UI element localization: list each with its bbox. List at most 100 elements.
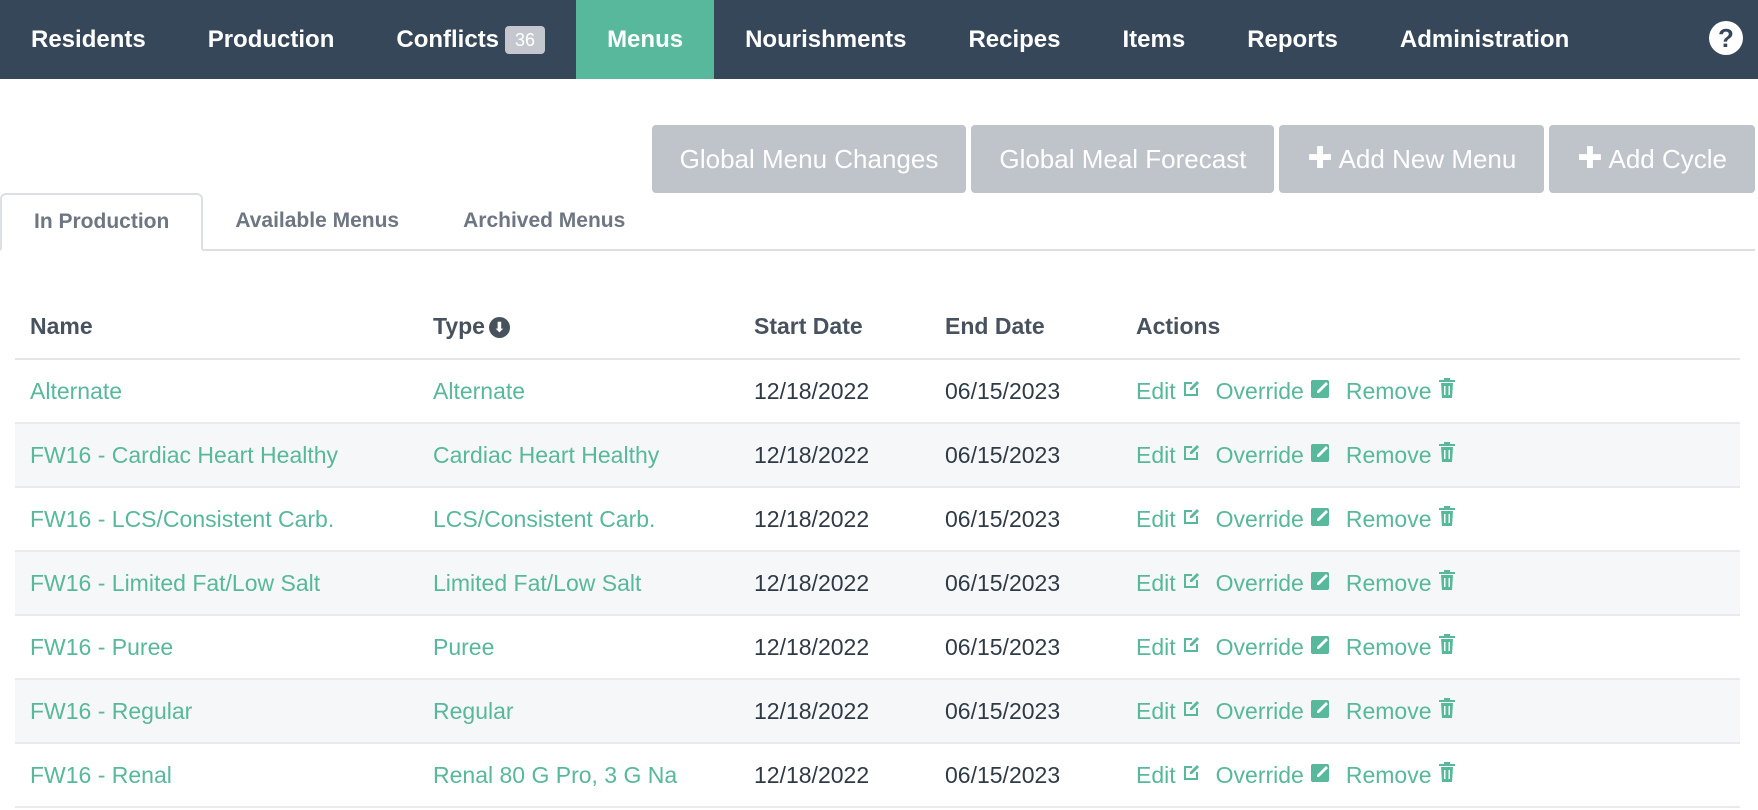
remove-label: Remove — [1345, 441, 1432, 468]
override-icon — [1304, 376, 1333, 406]
menu-name-link[interactable]: FW16 - Puree — [30, 634, 173, 660]
override-label: Override — [1215, 761, 1304, 788]
override-link[interactable]: Override — [1216, 440, 1333, 470]
table-row: FW16 - Cardiac Heart Healthy Cardiac Hear… — [15, 424, 1740, 488]
remove-link[interactable]: Remove — [1346, 697, 1457, 725]
help-icon[interactable]: ? — [1709, 21, 1743, 55]
override-icon — [1304, 568, 1333, 598]
menu-name-link[interactable]: FW16 - Renal — [30, 762, 172, 788]
menu-type-link[interactable]: Limited Fat/Low Salt — [433, 570, 641, 596]
tab-available-menus[interactable]: Available Menus — [203, 193, 431, 249]
end-date: 06/15/2023 — [945, 633, 1061, 660]
global-meal-forecast-button[interactable]: Global Meal Forecast — [971, 125, 1275, 193]
start-date: 12/18/2022 — [754, 761, 870, 788]
sort-descending-icon[interactable]: ⬇ — [488, 317, 510, 338]
nav-conflicts[interactable]: Conflicts 36 — [365, 0, 576, 79]
nav-administration[interactable]: Administration — [1369, 0, 1600, 79]
trash-icon — [1432, 697, 1457, 725]
tab-in-production[interactable]: In Production — [0, 193, 204, 251]
override-link[interactable]: Override — [1216, 568, 1333, 598]
trash-icon — [1432, 505, 1457, 533]
end-date: 06/15/2023 — [945, 377, 1061, 404]
edit-link[interactable]: Edit — [1136, 697, 1203, 725]
remove-label: Remove — [1345, 761, 1432, 788]
edit-link[interactable]: Edit — [1136, 761, 1203, 789]
nav-items-label: Items — [1122, 25, 1186, 53]
remove-label: Remove — [1345, 569, 1432, 596]
table-header: Name Type ⬇ Start Date End Date Actions — [15, 295, 1740, 360]
menus-table: Name Type ⬇ Start Date End Date Actions A… — [15, 295, 1740, 808]
override-link[interactable]: Override — [1216, 760, 1333, 790]
trash-icon — [1432, 441, 1457, 469]
add-new-menu-button[interactable]: ✚ Add New Menu — [1279, 125, 1545, 193]
menu-name-link[interactable]: FW16 - Limited Fat/Low Salt — [30, 570, 320, 596]
edit-link[interactable]: Edit — [1136, 377, 1203, 405]
nav-nourishments[interactable]: Nourishments — [714, 0, 937, 79]
tab-archived-menus-label: Archived Menus — [463, 209, 626, 232]
end-date: 06/15/2023 — [945, 569, 1061, 596]
override-link[interactable]: Override — [1216, 504, 1333, 534]
remove-link[interactable]: Remove — [1346, 441, 1457, 469]
edit-icon — [1176, 761, 1203, 789]
edit-link[interactable]: Edit — [1136, 441, 1203, 469]
table-row: Alternate Alternate 12/18/2022 06/15/2023 Ed… — [15, 360, 1740, 424]
menu-type-link[interactable]: Cardiac Heart Healthy — [433, 442, 659, 468]
remove-link[interactable]: Remove — [1346, 569, 1457, 597]
header-end-date[interactable]: End Date — [945, 313, 1136, 340]
menu-type-link[interactable]: Renal 80 G Pro, 3 G Na — [433, 762, 677, 788]
override-label: Override — [1215, 633, 1304, 660]
edit-icon — [1176, 697, 1203, 725]
nav-reports[interactable]: Reports — [1216, 0, 1369, 79]
menu-type-link[interactable]: Regular — [433, 698, 514, 724]
remove-link[interactable]: Remove — [1346, 761, 1457, 789]
row-actions: Edit Override Remove — [1136, 504, 1740, 534]
menu-type-link[interactable]: LCS/Consistent Carb. — [433, 506, 655, 532]
row-actions: Edit Override Remove — [1136, 696, 1740, 726]
remove-link[interactable]: Remove — [1346, 633, 1457, 661]
edit-link[interactable]: Edit — [1136, 633, 1203, 661]
header-type[interactable]: Type ⬇ — [433, 313, 754, 340]
edit-icon — [1176, 505, 1203, 533]
nav-recipes[interactable]: Recipes — [937, 0, 1091, 79]
global-menu-changes-button[interactable]: Global Menu Changes — [651, 125, 967, 193]
tab-available-menus-label: Available Menus — [235, 209, 400, 232]
remove-link[interactable]: Remove — [1346, 505, 1457, 533]
start-date: 12/18/2022 — [754, 441, 870, 468]
override-label: Override — [1215, 377, 1304, 404]
header-name[interactable]: Name — [15, 313, 433, 340]
menu-type-link[interactable]: Alternate — [433, 378, 525, 404]
edit-link[interactable]: Edit — [1136, 569, 1203, 597]
nav-items[interactable]: Items — [1092, 0, 1217, 79]
top-navigation: Residents Production Conflicts 36 Menus N… — [0, 0, 1758, 79]
plus-icon: ✚ — [1307, 142, 1333, 175]
start-date: 12/18/2022 — [754, 505, 870, 532]
remove-label: Remove — [1345, 697, 1432, 724]
menu-name-link[interactable]: FW16 - Cardiac Heart Healthy — [30, 442, 338, 468]
row-actions: Edit Override Remove — [1136, 440, 1740, 470]
override-link[interactable]: Override — [1216, 632, 1333, 662]
menu-type-link[interactable]: Puree — [433, 634, 494, 660]
end-date: 06/15/2023 — [945, 505, 1061, 532]
start-date: 12/18/2022 — [754, 377, 870, 404]
trash-icon — [1432, 761, 1457, 789]
header-start-date[interactable]: Start Date — [754, 313, 945, 340]
edit-icon — [1176, 377, 1203, 405]
start-date: 12/18/2022 — [754, 633, 870, 660]
add-cycle-button[interactable]: ✚ Add Cycle — [1549, 125, 1755, 193]
plus-icon: ✚ — [1577, 142, 1603, 175]
edit-link[interactable]: Edit — [1136, 505, 1203, 533]
start-date: 12/18/2022 — [754, 569, 870, 596]
remove-label: Remove — [1345, 505, 1432, 532]
nav-menus[interactable]: Menus — [576, 0, 715, 79]
menu-name-link[interactable]: FW16 - Regular — [30, 698, 192, 724]
override-link[interactable]: Override — [1216, 376, 1333, 406]
menu-name-link[interactable]: FW16 - LCS/Consistent Carb. — [30, 506, 334, 532]
end-date: 06/15/2023 — [945, 761, 1061, 788]
menu-name-link[interactable]: Alternate — [30, 378, 122, 404]
nav-residents[interactable]: Residents — [0, 0, 177, 79]
table-row: FW16 - Limited Fat/Low Salt Limited Fat/L… — [15, 552, 1740, 616]
nav-production[interactable]: Production — [177, 0, 366, 79]
tab-archived-menus[interactable]: Archived Menus — [431, 193, 657, 249]
remove-link[interactable]: Remove — [1346, 377, 1457, 405]
override-link[interactable]: Override — [1216, 696, 1333, 726]
